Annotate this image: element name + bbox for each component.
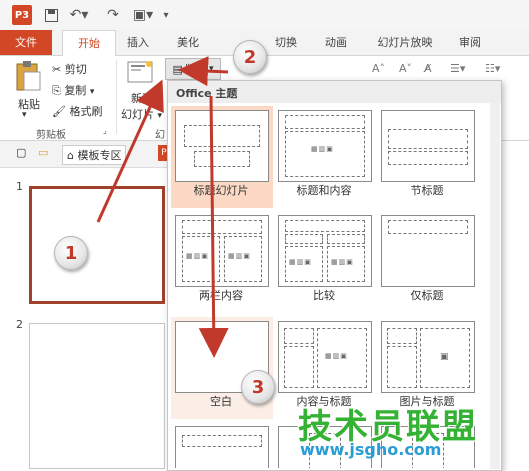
slide-number: 1	[16, 180, 23, 193]
paste-dropdown-icon[interactable]: ▾	[22, 110, 27, 120]
layout-icon: ▤	[172, 62, 183, 76]
step-marker-2: 2	[233, 40, 267, 74]
layout-thumbnail: ▦▥▣	[278, 110, 372, 182]
content-placeholder-icon: ▦▥▣	[289, 258, 312, 266]
powerpoint-logo-icon: P3	[12, 5, 32, 25]
new-slide-label-2[interactable]: 幻灯片 ▾	[121, 106, 162, 122]
scissors-icon: ✂	[52, 63, 62, 76]
decrease-font-icon[interactable]: A˅	[399, 62, 412, 75]
increase-font-icon[interactable]: A˄	[372, 62, 385, 75]
copy-icon: ⎘	[52, 84, 61, 97]
tab-design[interactable]: 美化	[168, 30, 208, 55]
title-bar: P3 ↶▾ ↷ ▣▾ ▾	[0, 0, 529, 30]
tab-slideshow[interactable]: 幻灯片放映	[366, 30, 444, 55]
document-tabs: ▢ ▭ ⌂ 模板专区 P	[0, 141, 170, 168]
template-zone-label: 模板专区	[77, 149, 122, 162]
watermark-url: www.jsgho.com	[300, 440, 442, 459]
layout-label: 节标题	[410, 184, 444, 197]
tab-insert[interactable]: 插入	[118, 30, 158, 55]
tab-home[interactable]: 开始	[62, 30, 116, 57]
tab-transitions[interactable]: 切换	[266, 30, 306, 55]
layout-title-only[interactable]: 仅标题	[377, 211, 479, 313]
slide-thumbnail-1[interactable]	[29, 186, 165, 304]
copy-dropdown-icon: ▾	[89, 87, 95, 97]
layout-thumbnail	[381, 215, 475, 287]
format-painter-button[interactable]: 🖌 格式刷	[52, 103, 102, 119]
clipboard-launcher-icon[interactable]: ⌟	[103, 126, 107, 135]
layout-two-content[interactable]: ▦▥▣ ▦▥▣ 两栏内容	[171, 211, 273, 313]
start-from-beginning-icon[interactable]: ▣▾	[132, 5, 154, 25]
home-icon: ⌂	[67, 149, 74, 162]
layout-more-1[interactable]	[171, 422, 273, 468]
content-placeholder-icon: ▦▥▣	[311, 145, 334, 153]
clipboard-icon[interactable]	[14, 60, 44, 94]
layout-thumbnail	[175, 426, 269, 468]
content-placeholder-icon: ▦▥▣	[331, 258, 354, 266]
layout-thumbnail: ▦▥▣ ▦▥▣	[278, 215, 372, 287]
step-marker-3: 3	[241, 370, 275, 404]
gallery-title: Office 主题	[176, 87, 238, 100]
gallery-header: Office 主题	[168, 81, 501, 103]
layout-thumbnail	[381, 110, 475, 182]
layout-label: 两栏内容	[199, 289, 243, 302]
redo-icon[interactable]: ↷	[104, 5, 122, 25]
layout-title-and-content[interactable]: ▦▥▣ 标题和内容	[274, 106, 376, 208]
layout-label: 比较	[313, 289, 335, 302]
folder-icon[interactable]: ▭	[38, 146, 48, 159]
picture-placeholder-icon: ▣	[440, 352, 450, 362]
layout-label: 仅标题	[410, 289, 444, 302]
content-placeholder-icon: ▦▥▣	[228, 252, 251, 260]
content-placeholder-icon: ▦▥▣	[186, 252, 209, 260]
copy-label: 复制	[64, 84, 87, 97]
layout-label: 标题和内容	[296, 184, 352, 197]
layout-thumbnail	[175, 110, 269, 182]
template-zone-tab[interactable]: ⌂ 模板专区	[62, 145, 127, 165]
tab-animations[interactable]: 动画	[316, 30, 356, 55]
tab-review[interactable]: 审阅	[450, 30, 490, 55]
layout-label: 版式	[184, 63, 207, 76]
ribbon-separator	[116, 60, 117, 134]
undo-icon[interactable]: ↶▾	[68, 5, 90, 25]
bullets-icon[interactable]: ☰▾	[450, 62, 465, 75]
new-slide-dropdown-icon: ▾	[157, 111, 163, 121]
tab-file[interactable]: 文件	[0, 30, 52, 55]
layout-button[interactable]: ▤ 版式 ▾	[165, 58, 221, 80]
layout-comparison[interactable]: ▦▥▣ ▦▥▣ 比较	[274, 211, 376, 313]
gallery-scrollbar[interactable]	[490, 103, 500, 469]
layout-dropdown-icon: ▾	[208, 64, 214, 74]
customize-qat-icon[interactable]: ▾	[160, 5, 172, 25]
layout-section-header[interactable]: 节标题	[377, 106, 479, 208]
layout-thumbnail: ▦▥▣ ▦▥▣	[175, 215, 269, 287]
new-doc-icon[interactable]: ▢	[16, 146, 26, 159]
clear-format-icon[interactable]: A̸	[424, 62, 432, 75]
save-icon[interactable]	[42, 5, 60, 25]
new-slide-label[interactable]: 新建	[131, 90, 153, 106]
new-slide-icon[interactable]	[126, 60, 156, 88]
numbering-icon[interactable]: ☷▾	[485, 62, 500, 75]
cut-label: 剪切	[64, 63, 87, 76]
format-painter-label: 格式刷	[69, 105, 103, 118]
copy-button[interactable]: ⎘ 复制 ▾	[52, 82, 94, 98]
slides-group-label: 幻	[155, 130, 165, 141]
new-slide-label-text: 幻灯片	[121, 108, 154, 121]
content-placeholder-icon: ▦▥▣	[325, 352, 348, 360]
slide-thumbnail-2[interactable]	[29, 323, 165, 469]
cut-button[interactable]: ✂ 剪切	[52, 61, 87, 77]
slide-number-2: 2	[16, 318, 23, 331]
clipboard-group-label: 剪贴板	[36, 130, 66, 141]
step-marker-1: 1	[54, 236, 88, 270]
layout-label: 标题幻灯片	[193, 184, 249, 197]
layout-thumbnail: ▦▥▣	[278, 321, 372, 393]
brush-icon: 🖌	[52, 105, 66, 118]
layout-thumbnail: ▣	[381, 321, 475, 393]
layout-title-slide[interactable]: 标题幻灯片	[171, 106, 273, 208]
